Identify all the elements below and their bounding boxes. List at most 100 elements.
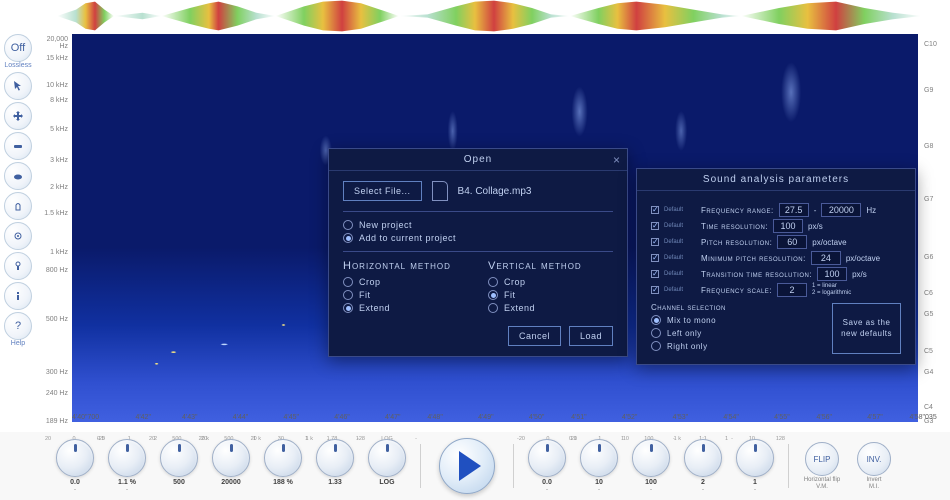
knob[interactable]: [56, 439, 94, 477]
v-extend-radio[interactable]: Extend: [488, 303, 613, 313]
knob-value: 2: [701, 479, 705, 486]
note-axis: C10G9G8G7G6C6G5C5G4C4G3: [922, 34, 946, 422]
add-to-project-radio[interactable]: Add to current project: [343, 233, 613, 243]
load-button[interactable]: Load: [569, 326, 613, 346]
default-checkbox[interactable]: [651, 206, 659, 214]
open-dialog: Open × Select File... B4. Collage.mp3 Ne…: [328, 148, 628, 357]
default-checkbox[interactable]: [651, 286, 659, 294]
knob-left-0: 200-200.0-: [50, 439, 100, 493]
knob-left-2: 2050020 k500: [154, 439, 204, 493]
mix-mono-radio[interactable]: Mix to mono: [651, 315, 726, 325]
spray-tool[interactable]: [4, 192, 32, 220]
knob-label: -: [754, 487, 756, 493]
knob-value: 500: [173, 479, 185, 486]
time-tick: 4'55": [774, 414, 790, 421]
default-checkbox[interactable]: [651, 254, 659, 262]
knob[interactable]: [580, 439, 618, 477]
knob-left-3: 2050020 k20000: [206, 439, 256, 493]
close-icon[interactable]: ×: [613, 153, 621, 167]
erase-tool[interactable]: [4, 162, 32, 190]
radio-icon: [343, 290, 353, 300]
freq-hi-input[interactable]: [821, 203, 861, 217]
time-axis: 4'40"7004'42"4'43"4'44"4'45"4'46"4'47"4'…: [72, 414, 918, 424]
freq-tick: 500 Hz: [38, 316, 68, 323]
v-crop-radio[interactable]: Crop: [488, 277, 613, 287]
knob-left-4: 1301 k188 %: [258, 439, 308, 493]
circle-tool[interactable]: [4, 222, 32, 250]
flip-label: Horizontal flip: [804, 477, 840, 483]
h-crop-radio[interactable]: Crop: [343, 277, 468, 287]
pointer-tool[interactable]: [4, 72, 32, 100]
radio-icon: [343, 233, 353, 243]
info-tool[interactable]: [4, 282, 32, 310]
knob[interactable]: [632, 439, 670, 477]
h-fit-radio[interactable]: Fit: [343, 290, 468, 300]
freq-scale-input[interactable]: [777, 283, 807, 297]
freq-tick: 1.5 kHz: [38, 210, 68, 217]
default-checkbox[interactable]: [651, 238, 659, 246]
knob[interactable]: [160, 439, 198, 477]
note-tick: C10: [924, 41, 937, 48]
move-tool[interactable]: [4, 102, 32, 130]
params-dialog: Sound analysis parameters Default Freque…: [636, 168, 916, 365]
lossless-toggle[interactable]: Off: [4, 34, 32, 62]
flip-button[interactable]: FLIP: [805, 442, 839, 476]
radio-icon: [651, 315, 661, 325]
frequency-axis: 20,000 Hz15 kHz10 kHz8 kHz5 kHz3 kHz2 kH…: [40, 34, 70, 422]
bottom-knob-panel: 200-200.0-0.5121.1 %-2050020 k5002050020…: [0, 432, 950, 500]
h-extend-radio[interactable]: Extend: [343, 303, 468, 313]
knob-left-1: 0.5121.1 %-: [102, 439, 152, 493]
time-tick: 4'52": [622, 414, 638, 421]
invert-button[interactable]: INV.: [857, 442, 891, 476]
time-res-input[interactable]: [773, 219, 803, 233]
knob[interactable]: [684, 439, 722, 477]
new-project-radio[interactable]: New project: [343, 220, 613, 230]
knob-value: 1.1 %: [118, 479, 136, 486]
min-pitch-input[interactable]: [811, 251, 841, 265]
freq-tick: 240 Hz: [38, 390, 68, 397]
divider: [343, 211, 613, 212]
knob[interactable]: [528, 439, 566, 477]
note-tick: C6: [924, 290, 933, 297]
separator: [788, 444, 789, 488]
freq-lo-input[interactable]: [779, 203, 809, 217]
time-tick: 4'53": [673, 414, 689, 421]
waveform-overview[interactable]: [0, 0, 950, 32]
knob[interactable]: [108, 439, 146, 477]
save-defaults-button[interactable]: Save as thenew defaults: [832, 303, 901, 354]
left-only-radio[interactable]: Left only: [651, 328, 726, 338]
vm-label: V.M.: [816, 484, 828, 490]
pitch-res-input[interactable]: [777, 235, 807, 249]
play-button[interactable]: [439, 438, 495, 494]
trans-time-input[interactable]: [817, 267, 847, 281]
default-checkbox[interactable]: [651, 270, 659, 278]
knob-value: LOG: [379, 479, 394, 486]
freq-tick: 189 Hz: [38, 418, 68, 425]
knob[interactable]: [212, 439, 250, 477]
knob[interactable]: [368, 439, 406, 477]
knob[interactable]: [264, 439, 302, 477]
note-tick: C4: [924, 404, 933, 411]
knob-label: -: [126, 487, 128, 493]
knob-right-1: 0.111010-: [574, 439, 624, 493]
radio-icon: [488, 277, 498, 287]
select-tool[interactable]: [4, 132, 32, 160]
radio-icon: [343, 220, 353, 230]
note-tick: G9: [924, 87, 933, 94]
radio-icon: [488, 303, 498, 313]
select-file-button[interactable]: Select File...: [343, 181, 422, 201]
v-fit-radio[interactable]: Fit: [488, 290, 613, 300]
slider-tool[interactable]: [4, 252, 32, 280]
knob[interactable]: [316, 439, 354, 477]
time-tick: 4'50": [529, 414, 545, 421]
play-icon: [459, 451, 481, 481]
right-only-radio[interactable]: Right only: [651, 341, 726, 351]
help-button[interactable]: ?: [4, 312, 32, 340]
invert-label: Invert: [866, 477, 881, 483]
knob-label: -: [74, 487, 76, 493]
knob[interactable]: [736, 439, 774, 477]
cancel-button[interactable]: Cancel: [508, 326, 561, 346]
time-tick: 4'47": [385, 414, 401, 421]
separator: [420, 444, 421, 488]
default-checkbox[interactable]: [651, 222, 659, 230]
